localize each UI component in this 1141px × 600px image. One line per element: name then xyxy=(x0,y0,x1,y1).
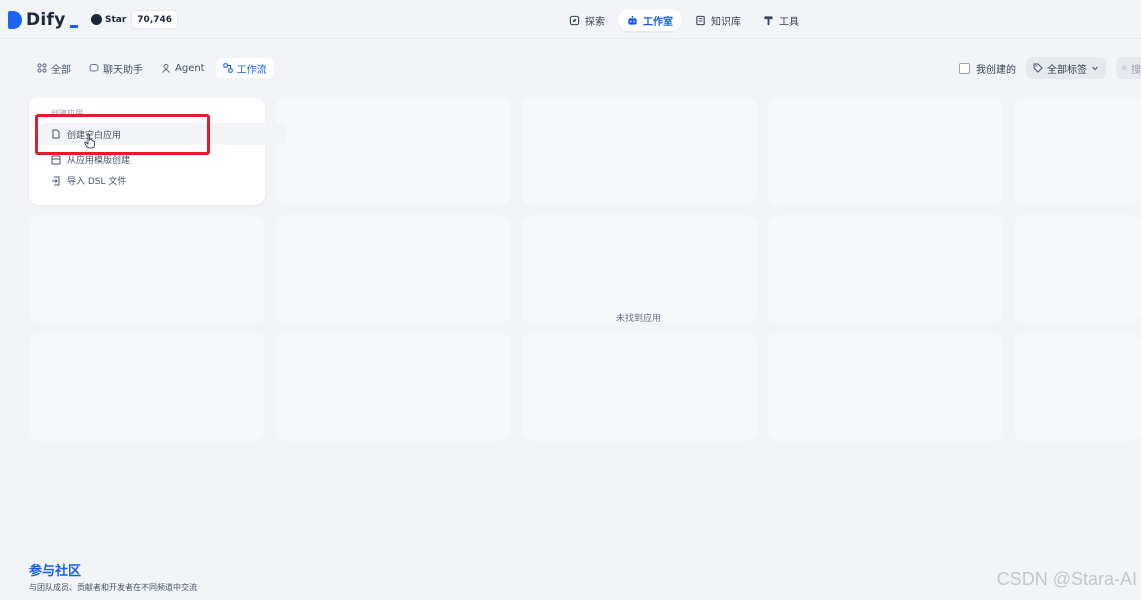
tags-dropdown-label: 全部标签 xyxy=(1047,64,1087,76)
robot-icon xyxy=(628,15,637,25)
import-dsl-button[interactable]: 导入 DSL 文件 xyxy=(51,174,126,187)
compass-icon xyxy=(569,15,580,25)
github-icon xyxy=(91,14,102,25)
search-placeholder: 搜 xyxy=(1131,64,1141,76)
placeholder-card xyxy=(768,97,1003,205)
app-type-filter: 全部 聊天助手 Agent 工作流 xyxy=(30,58,274,78)
nav-explore[interactable]: 探索 xyxy=(560,9,614,31)
nav-tools[interactable]: 工具 xyxy=(754,9,808,31)
template-icon xyxy=(51,155,61,164)
tab-workflow-label: 工作流 xyxy=(236,64,267,76)
grid-icon xyxy=(37,63,47,73)
created-by-me-toggle[interactable]: 我创建的 xyxy=(959,61,1016,76)
tab-chat-assistant-label: 聊天助手 xyxy=(103,64,143,76)
main-nav: 探索 工作室 知识库 工具 xyxy=(560,9,808,31)
import-dsl-label: 导入 DSL 文件 xyxy=(67,177,127,187)
logo-underscore xyxy=(69,24,78,28)
nav-knowledge-label: 知识库 xyxy=(711,16,741,28)
community-description: 与团队成员、贡献者和开发者在不同频道中交流 xyxy=(29,583,197,592)
logo-mark-icon xyxy=(8,11,22,29)
github-star-count: 70,746 xyxy=(131,10,179,29)
workflow-icon xyxy=(222,63,233,73)
dify-logo[interactable]: Dify xyxy=(8,10,78,30)
placeholder-card xyxy=(276,333,511,441)
top-navigation-bar: Dify Star 70,746 探索 工作室 知识库 工具 xyxy=(0,0,1141,39)
tab-chat-assistant[interactable]: 聊天助手 xyxy=(82,58,150,78)
logo-text: Dify xyxy=(26,10,66,30)
nav-explore-label: 探索 xyxy=(585,16,605,28)
import-icon xyxy=(52,176,60,185)
nav-studio[interactable]: 工作室 xyxy=(618,9,682,31)
tab-agent[interactable]: Agent xyxy=(154,58,212,78)
placeholder-card xyxy=(768,215,1003,323)
placeholder-card xyxy=(29,215,264,323)
book-icon xyxy=(696,15,705,25)
tab-all[interactable]: 全部 xyxy=(30,58,78,78)
placeholder-card xyxy=(1014,215,1141,323)
placeholder-card xyxy=(522,333,757,441)
agent-icon xyxy=(162,64,170,73)
right-filter-tools: 我创建的 全部标签 搜 xyxy=(959,57,1141,79)
placeholder-card xyxy=(522,215,757,323)
hand-cursor-icon xyxy=(84,133,95,149)
annotation-highlight-box xyxy=(35,114,210,155)
community-title[interactable]: 参与社区 xyxy=(29,560,197,579)
chat-icon xyxy=(89,64,99,72)
search-icon xyxy=(1122,65,1127,71)
created-by-me-checkbox[interactable] xyxy=(959,62,970,74)
placeholder-card xyxy=(29,333,264,441)
nav-studio-label: 工作室 xyxy=(643,16,673,28)
chevron-down-icon xyxy=(1092,66,1098,71)
empty-state-text: 未找到应用 xyxy=(616,314,662,324)
watermark: CSDN @Stara-AI xyxy=(996,569,1137,589)
tags-dropdown[interactable]: 全部标签 xyxy=(1026,57,1106,79)
placeholder-card xyxy=(276,97,511,205)
hammer-icon xyxy=(764,15,773,25)
nav-tools-label: 工具 xyxy=(779,16,799,28)
placeholder-card xyxy=(276,215,511,323)
placeholder-card xyxy=(1014,333,1141,441)
github-star-label: Star xyxy=(105,14,127,25)
tab-workflow[interactable]: 工作流 xyxy=(215,58,274,78)
placeholder-card xyxy=(1014,97,1141,205)
nav-knowledge[interactable]: 知识库 xyxy=(686,9,750,31)
search-input[interactable]: 搜 xyxy=(1116,57,1141,79)
tab-agent-label: Agent xyxy=(175,62,205,74)
github-star-button[interactable]: Star 70,746 xyxy=(86,10,179,29)
created-by-me-label: 我创建的 xyxy=(976,64,1016,76)
tag-icon xyxy=(1033,63,1043,73)
community-section: 参与社区 与团队成员、贡献者和开发者在不同频道中交流 xyxy=(29,560,197,593)
placeholder-card xyxy=(768,333,1003,441)
placeholder-card xyxy=(522,97,757,205)
tab-all-label: 全部 xyxy=(51,64,71,76)
